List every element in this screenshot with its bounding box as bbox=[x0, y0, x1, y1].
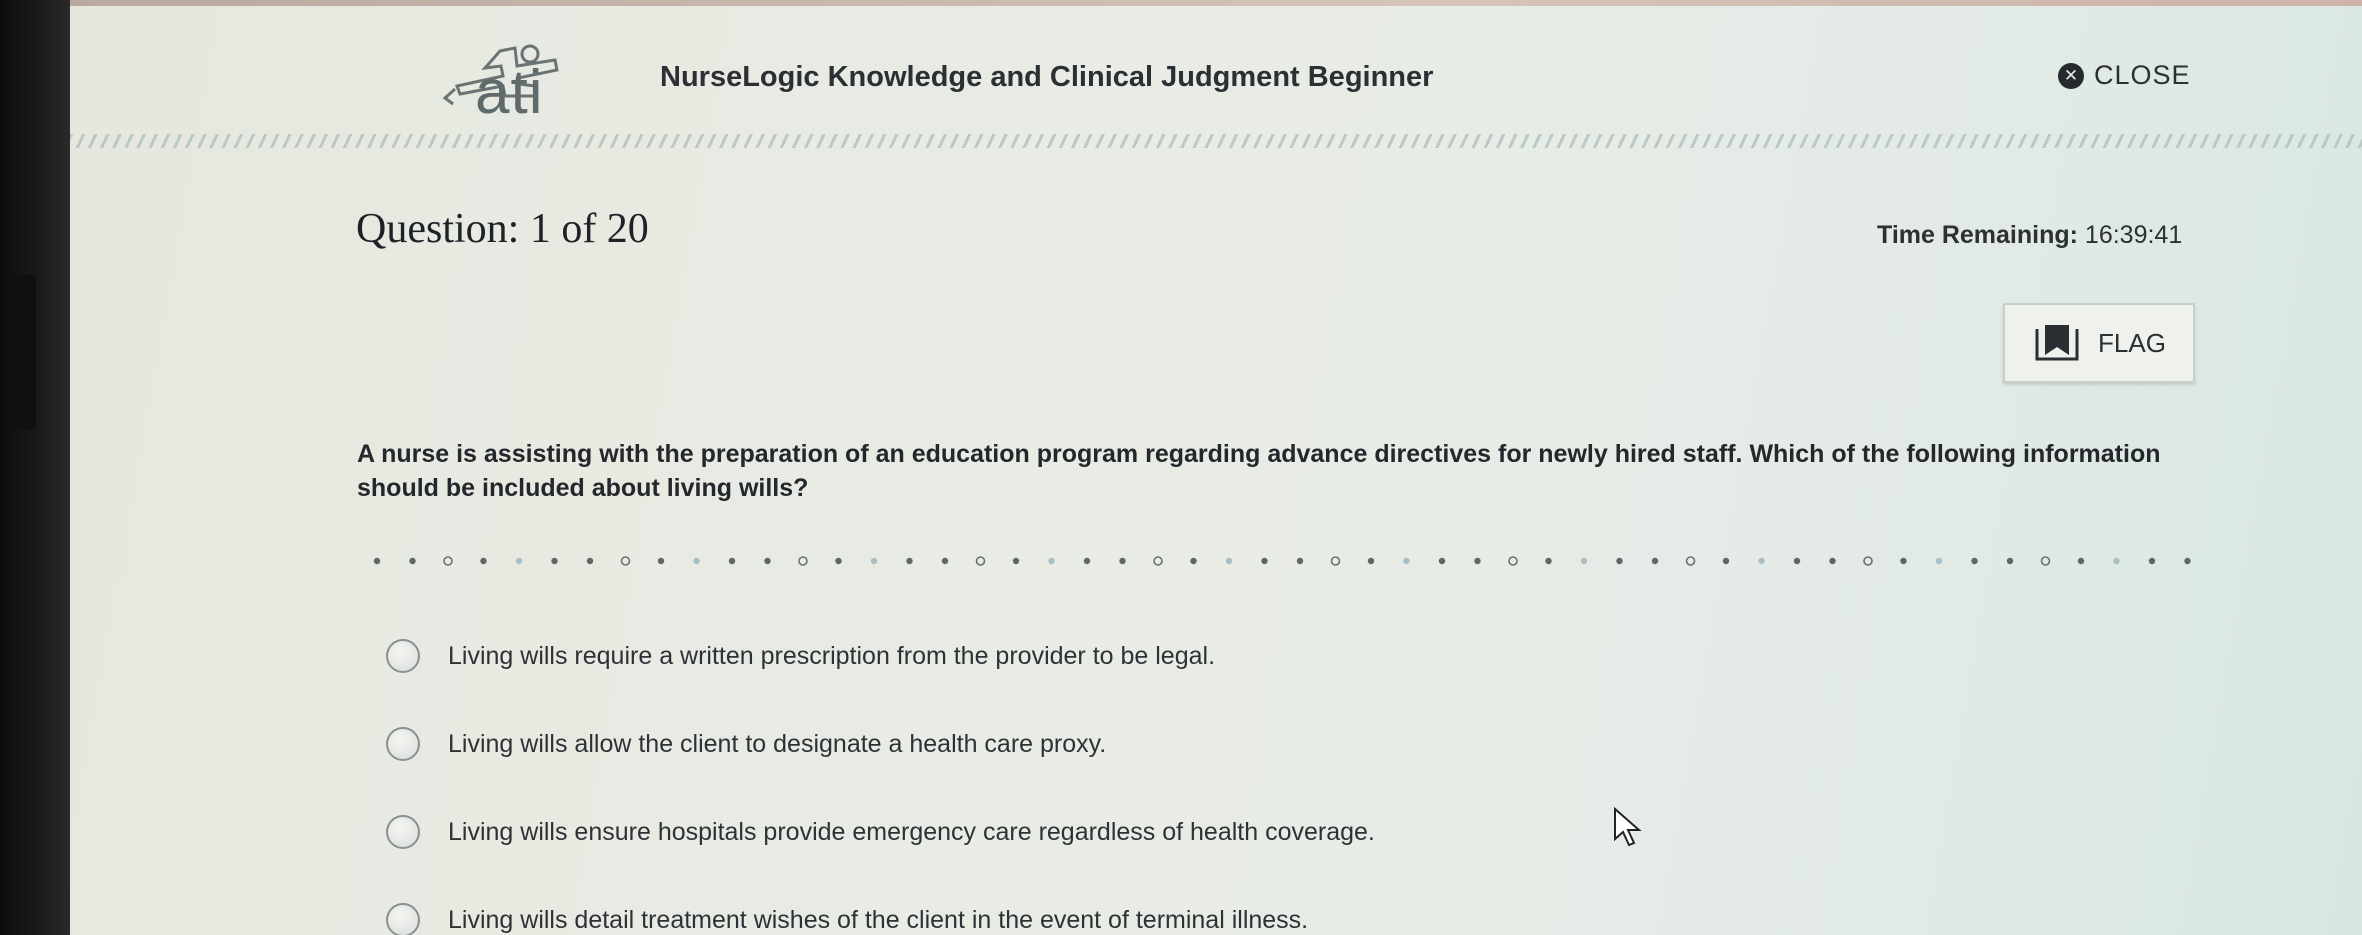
dotted-divider bbox=[373, 556, 2191, 566]
divider-dot bbox=[1758, 557, 1765, 565]
divider-dot bbox=[620, 556, 631, 566]
divider-dot bbox=[1330, 556, 1341, 566]
close-label: CLOSE bbox=[2094, 60, 2191, 90]
divider-dot bbox=[870, 557, 878, 565]
divider-dot bbox=[1083, 557, 1091, 565]
answer-option[interactable]: Living wills detail treatment wishes of … bbox=[386, 876, 2086, 935]
divider-dot bbox=[764, 557, 771, 565]
divider-dot bbox=[373, 557, 381, 565]
divider-dot bbox=[586, 557, 594, 565]
divider-dot bbox=[1722, 557, 1730, 565]
question-number: Question: 1 of 20 bbox=[356, 206, 649, 252]
divider-dot bbox=[1438, 557, 1446, 565]
header: ati NurseLogic Knowledge and Clinical Ju… bbox=[70, 6, 2362, 134]
divider-dot bbox=[1935, 557, 1943, 565]
divider-dot bbox=[515, 557, 523, 565]
ati-logo-text: ati bbox=[475, 58, 544, 127]
mouse-cursor-icon bbox=[1614, 807, 1642, 847]
answer-option[interactable]: Living wills allow the client to designa… bbox=[386, 700, 2086, 788]
divider-dot bbox=[1048, 557, 1055, 565]
divider-dot bbox=[1119, 557, 1126, 565]
divider-dot bbox=[798, 556, 808, 566]
divider-dot bbox=[480, 557, 487, 565]
divider-dot bbox=[1367, 557, 1375, 565]
app-screen: ati NurseLogic Knowledge and Clinical Ju… bbox=[70, 0, 2362, 935]
divider-dot bbox=[941, 557, 949, 565]
question-prompt: A nurse is assisting with the preparatio… bbox=[357, 440, 2161, 502]
divider-dot bbox=[1793, 557, 1801, 565]
header-divider bbox=[70, 134, 2362, 148]
divider-dot bbox=[1190, 557, 1197, 565]
radio-button[interactable] bbox=[386, 727, 420, 761]
divider-dot bbox=[835, 557, 842, 565]
divider-dot bbox=[1403, 557, 1410, 565]
divider-dot bbox=[1508, 556, 1518, 566]
page-title: NurseLogic Knowledge and Clinical Judgme… bbox=[660, 61, 1434, 93]
divider-dot bbox=[1829, 557, 1836, 565]
divider-dot bbox=[1474, 557, 1481, 565]
radio-button[interactable] bbox=[386, 815, 420, 849]
close-icon: ✕ bbox=[2058, 62, 2084, 89]
divider-dot bbox=[1971, 557, 1978, 565]
radio-button[interactable] bbox=[386, 639, 420, 673]
divider-dot bbox=[906, 557, 913, 565]
answer-option-text: Living wills detail treatment wishes of … bbox=[448, 905, 1309, 934]
divider-dot bbox=[1616, 557, 1623, 565]
divider-dot bbox=[1651, 557, 1659, 565]
divider-dot bbox=[1685, 556, 1696, 566]
divider-dot bbox=[1296, 557, 1304, 565]
flag-button[interactable]: FLAG bbox=[2003, 303, 2195, 383]
bookmark-flag-icon bbox=[2035, 325, 2079, 361]
flag-label: FLAG bbox=[2098, 327, 2166, 358]
divider-dot bbox=[1863, 556, 1873, 566]
divider-dot bbox=[2040, 556, 2051, 566]
time-remaining: Time Remaining: 16:39:41 bbox=[1877, 221, 2182, 250]
time-remaining-label: Time Remaining: bbox=[1877, 221, 2078, 249]
answer-options: Living wills require a written prescript… bbox=[386, 612, 2086, 935]
divider-dot bbox=[1900, 557, 1907, 565]
divider-dot bbox=[693, 557, 700, 565]
radio-button[interactable] bbox=[386, 903, 420, 935]
answer-option-text: Living wills allow the client to designa… bbox=[448, 729, 1107, 758]
answer-option[interactable]: Living wills require a written prescript… bbox=[386, 612, 2086, 700]
divider-dot bbox=[1261, 557, 1268, 565]
divider-dot bbox=[1580, 557, 1588, 565]
divider-dot bbox=[2077, 557, 2085, 565]
divider-dot bbox=[1012, 557, 1020, 565]
answer-option[interactable]: Living wills ensure hospitals provide em… bbox=[386, 788, 2086, 876]
divider-dot bbox=[409, 557, 416, 565]
divider-dot bbox=[1153, 556, 1163, 566]
divider-dot bbox=[975, 556, 986, 566]
divider-dot bbox=[443, 556, 453, 566]
divider-dot bbox=[2006, 557, 2014, 565]
divider-dot bbox=[2113, 557, 2120, 565]
divider-dot bbox=[2148, 557, 2156, 565]
answer-option-text: Living wills ensure hospitals provide em… bbox=[448, 817, 1375, 846]
divider-dot bbox=[1225, 557, 1233, 565]
time-remaining-value: 16:39:41 bbox=[2084, 221, 2183, 249]
divider-dot bbox=[728, 557, 736, 565]
close-button[interactable]: ✕ CLOSE bbox=[2058, 60, 2191, 91]
divider-dot bbox=[2184, 557, 2191, 565]
divider-dot bbox=[657, 557, 665, 565]
bezel-notch bbox=[14, 275, 36, 430]
monitor-bezel bbox=[0, 0, 70, 935]
answer-option-text: Living wills require a written prescript… bbox=[448, 641, 1216, 670]
divider-dot bbox=[1545, 557, 1552, 565]
divider-dot bbox=[551, 557, 558, 565]
